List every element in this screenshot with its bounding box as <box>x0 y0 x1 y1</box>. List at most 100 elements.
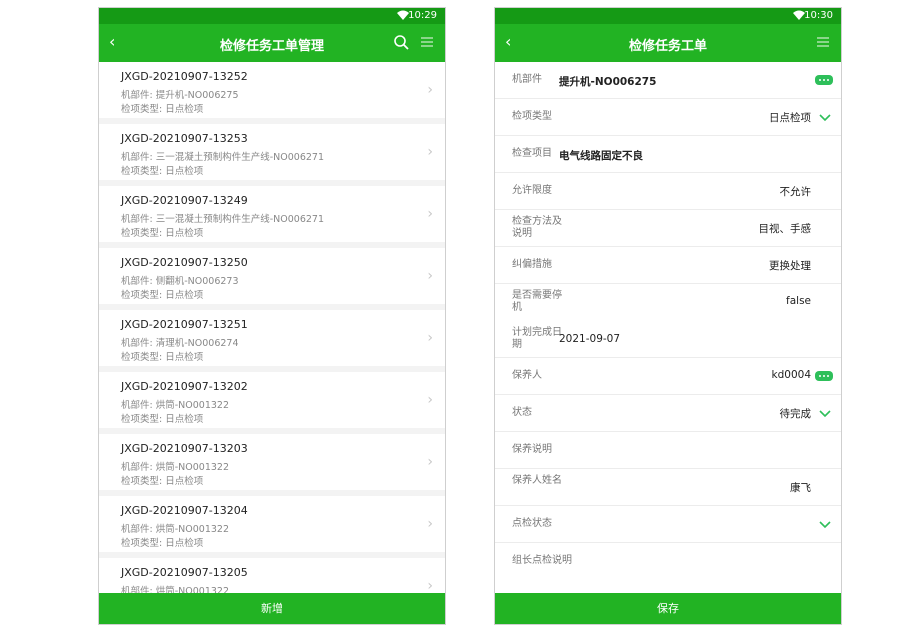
chevron-down-icon[interactable] <box>819 521 831 529</box>
order-type: 检项类型: 日点检项 <box>121 166 204 177</box>
field-label: 保养说明 <box>512 444 552 455</box>
list-item[interactable]: JXGD-20210907-13253 机部件: 三一混凝土预制构件生产线-NO… <box>99 124 445 180</box>
order-code: JXGD-20210907-13251 <box>121 318 248 331</box>
chevron-right-icon: › <box>427 454 433 470</box>
order-type: 检项类型: 日点检项 <box>121 104 204 115</box>
search-icon[interactable] <box>393 34 409 50</box>
field-state[interactable]: 状态 待完成 <box>495 395 841 432</box>
field-need-stop[interactable]: 是否需要停机 false <box>495 284 841 321</box>
order-part: 机部件: 烘筒-NO001322 <box>121 400 229 411</box>
field-correction[interactable]: 纠偏措施 更换处理 <box>495 247 841 284</box>
field-tolerance[interactable]: 允许限度 不允许 <box>495 173 841 210</box>
order-part: 机部件: 提升机-NO006275 <box>121 90 239 101</box>
chevron-right-icon: › <box>427 206 433 222</box>
field-value: 2021-09-07 <box>559 333 621 345</box>
status-time: 10:29 <box>408 10 437 21</box>
order-code: JXGD-20210907-13202 <box>121 380 248 393</box>
field-value: 提升机-NO006275 <box>559 76 657 88</box>
order-part: 机部件: 侧翻机-NO006273 <box>121 276 239 287</box>
list-item[interactable]: JXGD-20210907-13202 机部件: 烘筒-NO001322 检项类… <box>99 372 445 428</box>
field-maintainer[interactable]: 保养人 kd0004 <box>495 358 841 395</box>
field-leader-remark[interactable]: 组长点检说明 <box>495 543 841 580</box>
list-item[interactable]: JXGD-20210907-13204 机部件: 烘筒-NO001322 检项类… <box>99 496 445 552</box>
more-icon[interactable] <box>815 75 833 85</box>
order-part: 机部件: 烘筒-NO001322 <box>121 586 229 593</box>
field-value: false <box>786 295 811 307</box>
order-part: 机部件: 烘筒-NO001322 <box>121 524 229 535</box>
list-item[interactable]: JXGD-20210907-13203 机部件: 烘筒-NO001322 检项类… <box>99 434 445 490</box>
order-code: JXGD-20210907-13205 <box>121 566 248 579</box>
title-bar: ‹ 检修任务工单 <box>495 24 841 62</box>
field-part[interactable]: 机部件 提升机-NO006275 <box>495 62 841 99</box>
field-label: 保养人 <box>512 370 542 381</box>
status-bar: 10:29 <box>99 8 445 24</box>
work-order-form: 机部件 提升机-NO006275 检项类型 日点检项 检查项目 电气线路固定不良… <box>495 62 841 593</box>
order-type: 检项类型: 日点检项 <box>121 476 204 487</box>
field-label: 纠偏措施 <box>512 259 552 270</box>
chevron-right-icon: › <box>427 82 433 98</box>
order-part: 机部件: 烘筒-NO001322 <box>121 462 229 473</box>
status-bar: 10:30 <box>495 8 841 24</box>
list-item[interactable]: JXGD-20210907-13250 机部件: 侧翻机-NO006273 检项… <box>99 248 445 304</box>
menu-icon[interactable] <box>817 36 829 48</box>
list-item[interactable]: JXGD-20210907-13205 机部件: 烘筒-NO001322 检项类… <box>99 558 445 593</box>
field-plan-date[interactable]: 计划完成日期 2021-09-07 <box>495 321 841 358</box>
chevron-right-icon: › <box>427 578 433 593</box>
title-bar: ‹ 检修任务工单管理 <box>99 24 445 62</box>
order-part: 机部件: 三一混凝土预制构件生产线-NO006271 <box>121 152 324 163</box>
field-label: 检查项目 <box>512 148 552 159</box>
field-label: 检查方法及说明 <box>512 216 562 239</box>
chevron-right-icon: › <box>427 392 433 408</box>
field-value: 目视、手感 <box>758 223 812 235</box>
field-value: 康飞 <box>790 482 811 494</box>
field-label: 点检状态 <box>512 518 552 529</box>
field-maintainer-name[interactable]: 保养人姓名 康飞 <box>495 469 841 506</box>
chevron-right-icon: › <box>427 516 433 532</box>
order-type: 检项类型: 日点检项 <box>121 228 204 239</box>
field-value: 电气线路固定不良 <box>559 150 643 162</box>
field-value: 日点检项 <box>769 112 811 124</box>
field-value: 不允许 <box>779 186 812 198</box>
field-label: 检项类型 <box>512 111 552 122</box>
field-value: kd0004 <box>771 369 811 381</box>
menu-icon[interactable] <box>421 36 433 48</box>
field-value: 待完成 <box>779 408 812 420</box>
order-type: 检项类型: 日点检项 <box>121 290 204 301</box>
field-item-type[interactable]: 检项类型 日点检项 <box>495 99 841 136</box>
field-label: 机部件 <box>512 74 542 85</box>
list-item[interactable]: JXGD-20210907-13249 机部件: 三一混凝土预制构件生产线-NO… <box>99 186 445 242</box>
order-code: JXGD-20210907-13253 <box>121 132 248 145</box>
add-button[interactable]: 新增 <box>99 593 445 624</box>
field-label: 允许限度 <box>512 185 552 196</box>
chevron-down-icon[interactable] <box>819 114 831 122</box>
field-remark[interactable]: 保养说明 <box>495 432 841 469</box>
save-button[interactable]: 保存 <box>495 593 841 624</box>
order-code: JXGD-20210907-13203 <box>121 442 248 455</box>
order-code: JXGD-20210907-13249 <box>121 194 248 207</box>
chevron-right-icon: › <box>427 144 433 160</box>
field-value: 更换处理 <box>769 260 811 272</box>
more-icon[interactable] <box>815 371 833 381</box>
work-order-list-screen: 10:29 ‹ 检修任务工单管理 JXGD-20210907-13252 机部件… <box>98 7 446 625</box>
field-label: 计划完成日期 <box>512 327 562 350</box>
status-time: 10:30 <box>804 10 833 21</box>
work-order-list: JXGD-20210907-13252 机部件: 提升机-NO006275 检项… <box>99 62 445 593</box>
chevron-down-icon[interactable] <box>819 410 831 418</box>
field-label: 组长点检说明 <box>512 555 572 566</box>
list-item[interactable]: JXGD-20210907-13252 机部件: 提升机-NO006275 检项… <box>99 62 445 118</box>
chevron-right-icon: › <box>427 330 433 346</box>
order-part: 机部件: 清理机-NO006274 <box>121 338 239 349</box>
field-check-item[interactable]: 检查项目 电气线路固定不良 <box>495 136 841 173</box>
field-label: 保养人姓名 <box>512 475 562 486</box>
order-code: JXGD-20210907-13204 <box>121 504 248 517</box>
order-code: JXGD-20210907-13250 <box>121 256 248 269</box>
order-type: 检项类型: 日点检项 <box>121 414 204 425</box>
order-code: JXGD-20210907-13252 <box>121 70 248 83</box>
page-title: 检修任务工单 <box>628 39 707 54</box>
field-label: 状态 <box>512 407 532 418</box>
field-method[interactable]: 检查方法及说明 目视、手感 <box>495 210 841 247</box>
field-label: 是否需要停机 <box>512 290 562 313</box>
field-check-state[interactable]: 点检状态 <box>495 506 841 543</box>
order-part: 机部件: 三一混凝土预制构件生产线-NO006271 <box>121 214 324 225</box>
list-item[interactable]: JXGD-20210907-13251 机部件: 清理机-NO006274 检项… <box>99 310 445 366</box>
